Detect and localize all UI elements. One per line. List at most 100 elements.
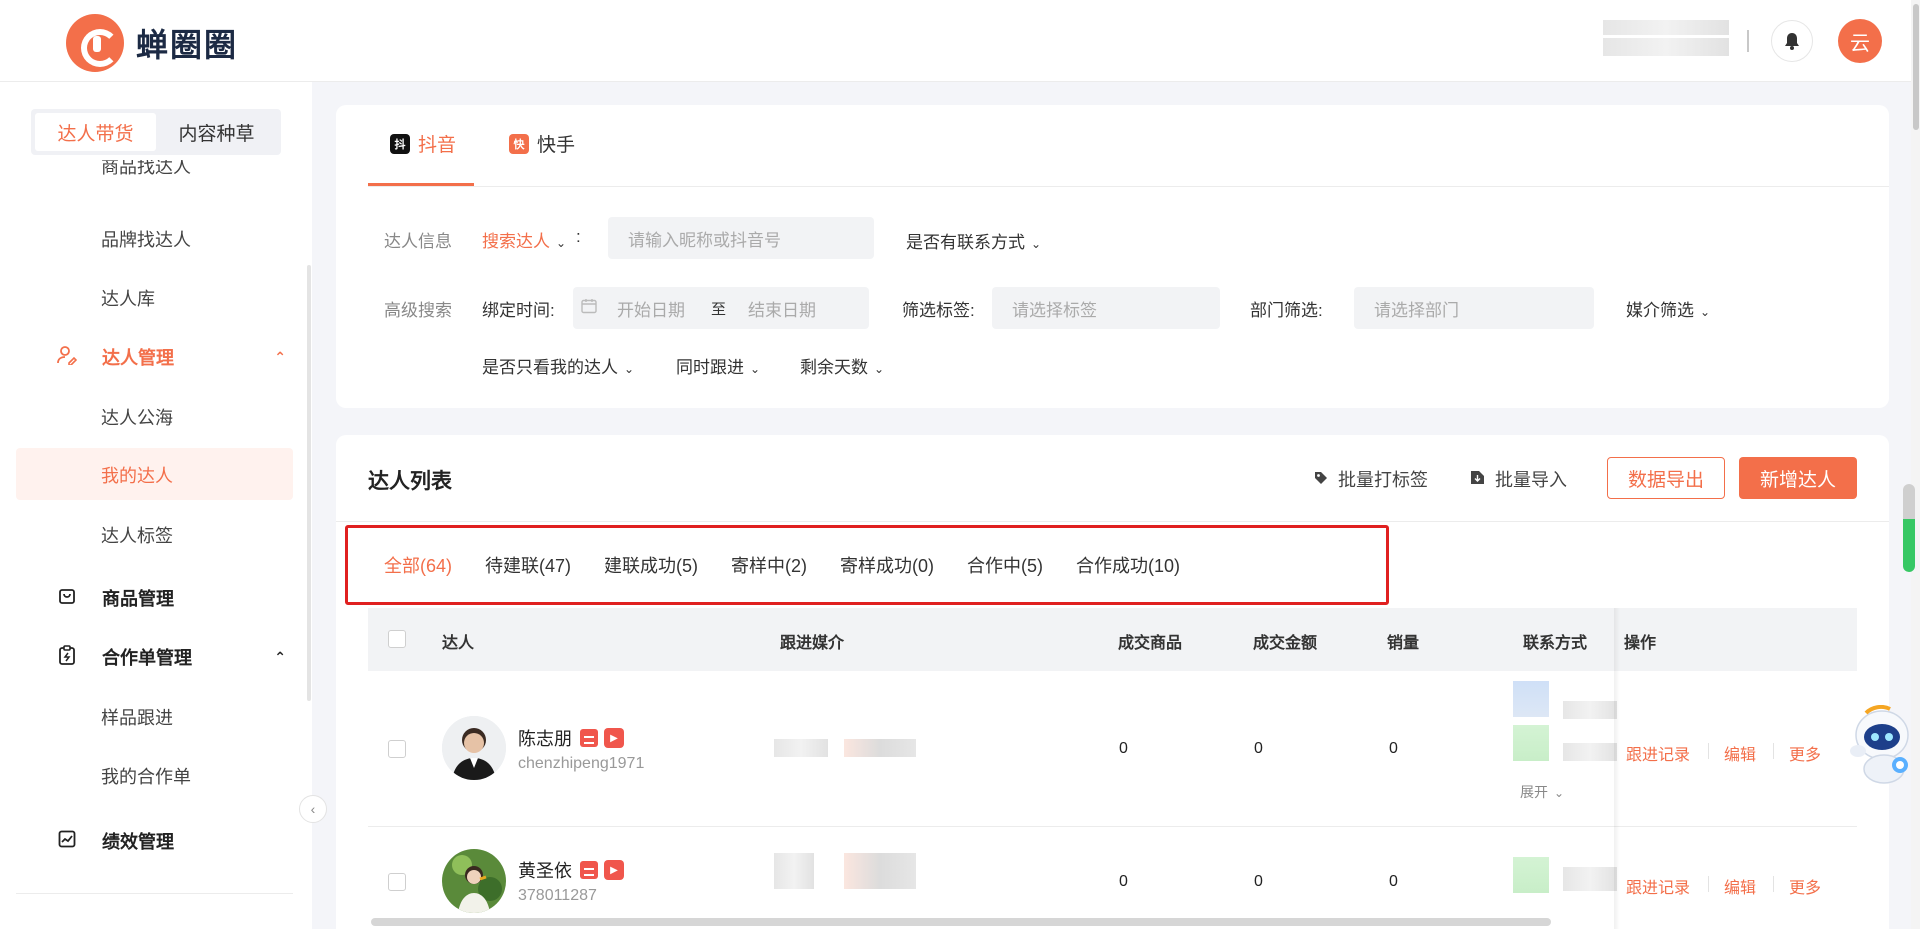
- sidebar-group-label: 绩效管理: [102, 832, 174, 852]
- chevron-down-icon: ⌄: [556, 236, 567, 250]
- bell-icon[interactable]: [1771, 20, 1813, 62]
- talent-list-card: 达人列表 批量打标签 批量导入 数据导出 新增达人 全部(64) 待建联(47)…: [336, 435, 1889, 929]
- follow-together-dropdown[interactable]: 同时跟进 ⌄: [676, 353, 760, 378]
- column-header: 操作: [1624, 635, 1657, 652]
- more-link[interactable]: 更多: [1789, 741, 1821, 765]
- blurred-contact-info: [1563, 743, 1617, 761]
- logo-icon: [66, 14, 124, 72]
- chevron-down-icon: ⌄: [1554, 786, 1565, 800]
- side-progress-widget[interactable]: [1903, 484, 1915, 572]
- blurred-contact-info: [1513, 857, 1549, 893]
- advanced-search-label: 高级搜索: [384, 301, 452, 320]
- sidebar-group-talent-mgmt[interactable]: 达人管理 ⌃: [56, 344, 286, 370]
- days-left-dropdown[interactable]: 剩余天数 ⌄: [800, 353, 884, 378]
- tag-select[interactable]: 请选择标签: [992, 287, 1220, 329]
- sidebar-scrollbar[interactable]: [307, 265, 311, 701]
- select-all-checkbox[interactable]: [388, 630, 406, 648]
- edit-link[interactable]: 编辑: [1724, 874, 1756, 898]
- status-tab-pending[interactable]: 待建联(47): [485, 552, 571, 578]
- sidebar-group-coop-mgmt[interactable]: 合作单管理 ⌃: [56, 644, 286, 670]
- talent-id: 378011287: [518, 887, 597, 904]
- blurred-account-info: [1603, 20, 1729, 35]
- chevron-down-icon: ⌄: [750, 362, 761, 376]
- sidebar-item-product-find[interactable]: 商品找达人: [101, 160, 191, 176]
- edit-link[interactable]: 编辑: [1724, 741, 1756, 765]
- status-tab-cooperating[interactable]: 合作中(5): [967, 552, 1043, 578]
- op-divider: [1708, 876, 1709, 892]
- column-header: 成交商品: [1118, 635, 1183, 652]
- douyin-icon: 抖: [390, 133, 410, 154]
- collapse-sidebar-button[interactable]: ‹: [299, 795, 327, 823]
- status-tab-all[interactable]: 全部(64): [384, 552, 452, 578]
- follow-together-label: 同时跟进: [676, 358, 744, 377]
- column-header: 达人: [442, 635, 475, 652]
- segment-talent-sales[interactable]: 达人带货: [35, 113, 156, 151]
- table-horizontal-scrollbar[interactable]: [371, 918, 1551, 926]
- search-input[interactable]: 请输入昵称或抖音号: [608, 217, 874, 259]
- export-button[interactable]: 数据导出: [1607, 457, 1725, 499]
- search-type-dropdown[interactable]: 搜索达人 ⌄: [482, 227, 566, 252]
- status-tab-sample-done[interactable]: 寄样成功(0): [840, 552, 934, 578]
- dept-select[interactable]: 请选择部门: [1354, 287, 1594, 329]
- sidebar-item-library[interactable]: 达人库: [101, 285, 155, 311]
- only-mine-label: 是否只看我的达人: [482, 358, 618, 377]
- talent-avatar[interactable]: [442, 849, 506, 913]
- status-tabs: 全部(64) 待建联(47) 建联成功(5) 寄样中(2) 寄样成功(0) 合作…: [336, 525, 1213, 605]
- expand-label: 展开: [1520, 784, 1548, 800]
- status-tab-connected[interactable]: 建联成功(5): [604, 552, 698, 578]
- tab-kuaishou[interactable]: 快 快手: [509, 130, 575, 157]
- more-link[interactable]: 更多: [1789, 874, 1821, 898]
- talent-avatar[interactable]: [442, 716, 506, 780]
- chevron-down-icon: ⌄: [1700, 305, 1711, 319]
- mode-segment: 达人带货 内容种草: [31, 109, 281, 155]
- end-date-input[interactable]: 结束日期: [748, 296, 816, 321]
- expand-contact-toggle[interactable]: 展开 ⌄: [1520, 782, 1564, 802]
- blurred-contact-info: [1563, 867, 1617, 891]
- blurred-media-info: [844, 739, 916, 757]
- blurred-media-info: [774, 739, 828, 757]
- status-tab-sampling[interactable]: 寄样中(2): [731, 552, 807, 578]
- sidebar-item-sample-follow[interactable]: 样品跟进: [101, 704, 173, 730]
- clipboard-icon: [56, 644, 78, 670]
- sales-count: 0: [1389, 740, 1398, 757]
- media-filter-dropdown[interactable]: 媒介筛选 ⌄: [1626, 296, 1710, 321]
- chevron-down-icon: ⌄: [1031, 237, 1042, 251]
- column-header: 跟进媒介: [780, 635, 845, 652]
- chevron-down-icon: ⌄: [624, 362, 635, 376]
- sidebar-item-brand-find[interactable]: 品牌找达人: [101, 226, 191, 252]
- batch-import-button[interactable]: 批量导入: [1470, 466, 1567, 492]
- start-date-input[interactable]: 开始日期: [617, 296, 685, 321]
- sidebar-item-public-pool[interactable]: 达人公海: [101, 404, 173, 430]
- add-talent-button[interactable]: 新增达人: [1739, 457, 1857, 499]
- segment-content-seeding[interactable]: 内容种草: [156, 113, 277, 151]
- batch-tag-button[interactable]: 批量打标签: [1314, 466, 1428, 492]
- has-contact-dropdown[interactable]: 是否有联系方式 ⌄: [906, 228, 1041, 253]
- op-divider: [1708, 743, 1709, 759]
- sidebar-item-talent-tags[interactable]: 达人标签: [101, 522, 173, 548]
- row-checkbox[interactable]: [388, 740, 406, 758]
- follow-record-link[interactable]: 跟进记录: [1626, 741, 1690, 765]
- page-scrollbar-thumb[interactable]: [1913, 4, 1919, 130]
- search-type-label: 搜索达人: [482, 232, 550, 251]
- live-badge-icon: ▶: [604, 728, 624, 748]
- top-header: 蝉圈圈 云: [0, 0, 1911, 82]
- row-checkbox[interactable]: [388, 873, 406, 891]
- tab-douyin[interactable]: 抖 抖音: [390, 130, 456, 157]
- talent-name[interactable]: 陈志朋 ▶: [518, 725, 624, 751]
- chevron-up-icon: ⌃: [274, 348, 286, 365]
- sidebar-group-product-mgmt[interactable]: 商品管理: [56, 585, 286, 611]
- logo[interactable]: 蝉圈圈: [66, 14, 238, 72]
- status-tab-coop-done[interactable]: 合作成功(10): [1076, 552, 1180, 578]
- sidebar-item-my-talents[interactable]: 我的达人: [101, 462, 173, 488]
- only-mine-dropdown[interactable]: 是否只看我的达人 ⌄: [482, 353, 634, 378]
- sidebar-item-my-coop[interactable]: 我的合作单: [101, 763, 191, 789]
- user-avatar[interactable]: 云: [1838, 19, 1882, 63]
- assistant-robot-icon[interactable]: [1844, 704, 1914, 789]
- has-contact-label: 是否有联系方式: [906, 233, 1025, 252]
- table-row: 黄圣依 ▶ 378011287 0 0 0 跟进记录 编辑 更多: [368, 827, 1857, 929]
- date-range-picker[interactable]: 开始日期 至 结束日期: [573, 287, 869, 329]
- blurred-media-info: [844, 853, 916, 889]
- sidebar-group-perf-mgmt[interactable]: 绩效管理: [56, 828, 286, 854]
- follow-record-link[interactable]: 跟进记录: [1626, 874, 1690, 898]
- talent-name[interactable]: 黄圣依 ▶: [518, 857, 624, 883]
